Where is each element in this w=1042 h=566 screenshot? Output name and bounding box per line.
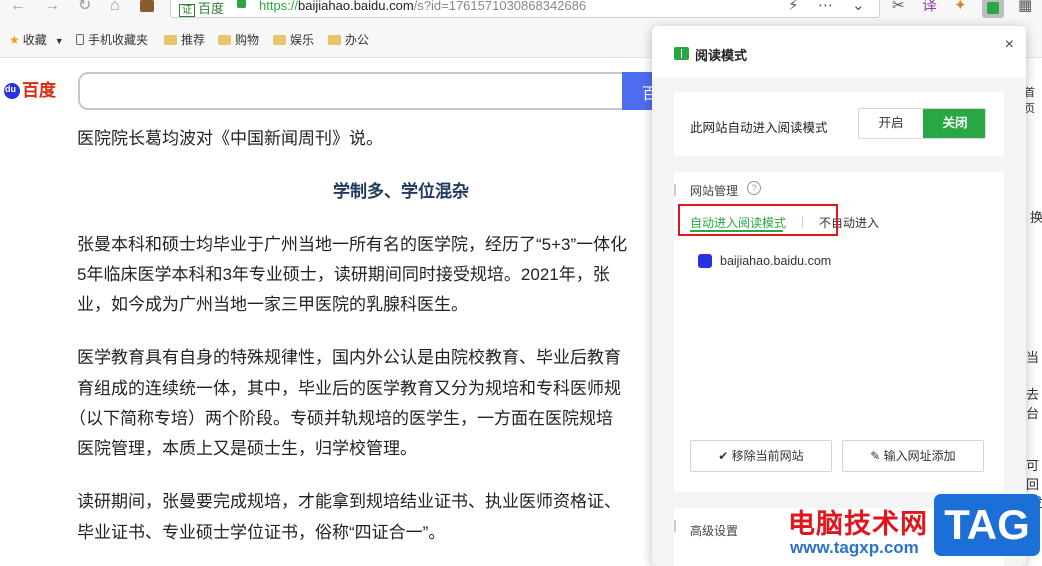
paragraph-line: 业，如今成为广州当地一家三甲医院的乳腺科医生。 [77, 295, 468, 314]
apps-icon[interactable]: ▦ [1018, 0, 1032, 16]
reload-icon[interactable]: ↻ [78, 0, 91, 16]
right-edge-text: 当 [1026, 350, 1040, 365]
bookmark-folder-entertainment[interactable]: 娱乐 [273, 31, 314, 48]
site-management-card: 网站管理 ? 自动进入阅读模式 不自动进入 baijiahao.baidu.co… [674, 172, 1004, 492]
auto-mode-label: 此网站自动进入阅读模式 [690, 121, 828, 135]
search-input[interactable] [78, 72, 638, 110]
baidu-logo[interactable]: 百度 [4, 76, 56, 101]
browser-toolbar: ← → ↻ ⌂ 证百度 https://baijiahao.baidu.com/… [0, 0, 1042, 20]
right-edge-text: 换 [1030, 210, 1042, 225]
right-edge-text: 可回 [1026, 458, 1040, 492]
article-line: 医院院长葛均波对《中国新闻周刊》说。 [77, 129, 383, 148]
phone-icon [76, 34, 84, 45]
close-icon[interactable]: × [1005, 36, 1014, 54]
lock-icon [237, 0, 246, 8]
paragraph-line: 医学教育具有自身的特殊规律性，国内外公认是由院校教育、毕业后教育 [77, 348, 621, 367]
remove-site-button[interactable]: ✔ 移除当前网站 [690, 440, 832, 472]
popup-header: 阅读模式 × [652, 26, 1026, 78]
forward-icon[interactable]: → [44, 0, 60, 16]
toggle-off-button[interactable]: 关闭 [923, 109, 985, 138]
dropdown-arrow-icon[interactable]: ▼ [55, 36, 64, 46]
section-title: 网站管理 [690, 184, 739, 198]
star-icon: ★ [9, 33, 20, 47]
paragraph-line: 毕业证书、专业硕士学位证书，俗称“四证合一”。 [77, 523, 446, 542]
folder-icon [273, 35, 286, 45]
folder-icon [328, 35, 341, 45]
watermark-text: 电脑技术网 [788, 509, 928, 539]
baidu-paw-icon [698, 254, 712, 268]
site-list-item[interactable]: baijiahao.baidu.com [698, 254, 831, 268]
toggle-on-button[interactable]: 开启 [859, 109, 923, 138]
section-marker [674, 184, 676, 196]
help-icon[interactable]: ? [747, 181, 761, 195]
folder-icon [218, 35, 231, 45]
popup-body: 此网站自动进入阅读模式 开启 关闭 网站管理 ? 自动进入阅读模式 不自动进入 … [652, 78, 1026, 566]
lightning-icon[interactable]: ⚡ [788, 0, 799, 16]
paragraph-line: 5年临床医学本科和3年专业硕士，读研期间同时接受规培。2021年，张 [77, 265, 610, 284]
briefcase-icon[interactable] [140, 0, 154, 12]
bookmark-folder-recommend[interactable]: 推荐 [164, 31, 205, 48]
bookmark-favorites[interactable]: ★ 收藏 ▼ [9, 31, 64, 48]
popup-title: 阅读模式 [695, 48, 748, 63]
highlight-box [678, 204, 838, 236]
back-icon[interactable]: ← [10, 0, 26, 16]
home-icon[interactable]: ⌂ [110, 0, 120, 16]
site-identity[interactable]: 证百度 [179, 0, 224, 17]
bookmark-folder-shopping[interactable]: 购物 [218, 31, 259, 48]
paragraph-line: 医院管理，本质上又是硕士生，归学校管理。 [77, 439, 417, 458]
url-text[interactable]: https://baijiahao.baidu.com/s?id=1761571… [259, 0, 586, 13]
folder-icon [164, 35, 177, 45]
game-icon[interactable]: ✦ [954, 0, 967, 16]
section-heading: 学制多、学位混杂 [333, 182, 469, 201]
address-bar[interactable]: 证百度 https://baijiahao.baidu.com/s?id=176… [170, 0, 880, 18]
homepage-link[interactable]: 首页 [1024, 84, 1042, 116]
section-marker [674, 520, 676, 532]
chevron-down-icon[interactable]: ⌄ [852, 0, 865, 16]
paragraph-line: （以下简称专培）两个阶段。专硕并轨规培的医学生，一方面在医院规培 [69, 409, 613, 428]
bookmark-mobile[interactable]: 手机收藏夹 [76, 31, 148, 48]
add-url-button[interactable]: ✎ 输入网址添加 [842, 440, 984, 472]
auto-mode-card: 此网站自动进入阅读模式 开启 关闭 [674, 92, 1004, 156]
right-edge-text: 去台 [1026, 387, 1040, 421]
more-icon[interactable]: ⋯ [818, 0, 833, 16]
paragraph-line: 读研期间，张曼要完成规培，才能拿到规培结业证书、执业医师资格证、 [77, 492, 621, 511]
translate-icon[interactable]: 译 [922, 0, 937, 16]
scissors-icon[interactable]: ✂ [892, 0, 905, 16]
bookmark-folder-office[interactable]: 办公 [328, 31, 369, 48]
auto-mode-toggle[interactable]: 开启 关闭 [858, 108, 986, 139]
advanced-settings-title: 高级设置 [690, 524, 739, 538]
paragraph-line: 张曼本科和硕士均毕业于广州当地一所有名的医学院，经历了“5+3”一体化 [77, 235, 628, 254]
watermark-tag: TAG [934, 494, 1040, 556]
baidu-paw-icon [4, 83, 20, 99]
reading-mode-popup: 阅读模式 × 此网站自动进入阅读模式 开启 关闭 网站管理 ? 自动进入阅读模式… [652, 26, 1026, 566]
reading-mode-icon[interactable] [982, 0, 1004, 18]
book-icon [674, 47, 689, 60]
watermark-url: www.tagxp.com [790, 538, 919, 557]
paragraph-line: 育组成的连续统一体，其中，毕业后的医学教育又分为规培和专科医师规 [77, 379, 621, 398]
